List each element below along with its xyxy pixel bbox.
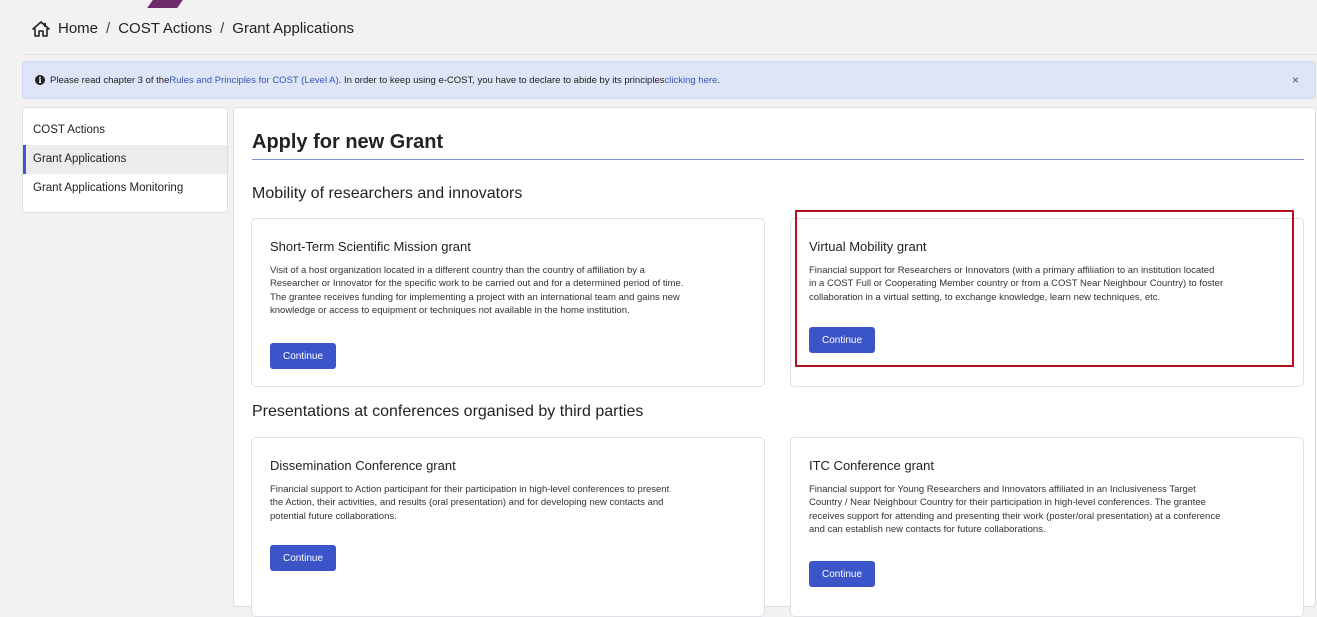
card-description-line: Financial support for Young Researchers …	[809, 484, 1196, 495]
declare-link[interactable]: clicking here	[665, 75, 718, 86]
header-divider	[22, 54, 1317, 55]
brand-accent	[147, 0, 183, 8]
title-divider	[252, 159, 1304, 160]
breadcrumb-current: Grant Applications	[232, 20, 355, 37]
card-title: ITC Conference grant	[809, 458, 935, 473]
card-description: Financial support for Researchers or Inn…	[809, 264, 1223, 304]
card-description-line: Financial support for Researchers or Inn…	[809, 265, 1215, 276]
card-description: Financial support for Young Researchers …	[809, 483, 1220, 536]
section-title-conferences: Presentations at conferences organised b…	[252, 403, 644, 420]
rules-alert: i Please read chapter 3 of the Rules and…	[22, 61, 1316, 99]
sidebar: COST Actions Grant Applications Grant Ap…	[22, 107, 228, 213]
card-description: Visit of a host organization located in …	[270, 264, 683, 317]
card-description-line: the Action, their activities, and result…	[270, 497, 664, 509]
card-description-line: knowledge or access to equipment or tech…	[270, 304, 630, 316]
sidebar-item-grant-applications-monitoring[interactable]: Grant Applications Monitoring	[23, 174, 227, 203]
card-description-line: Country / Near Neighbour Country for the…	[809, 497, 1206, 509]
close-icon[interactable]: ×	[1292, 73, 1299, 87]
rules-link[interactable]: Rules and Principles for COST (Level A)	[169, 75, 338, 86]
card-title: Virtual Mobility grant	[809, 239, 927, 254]
section-title-mobility: Mobility of researchers and innovators	[252, 185, 523, 202]
home-icon[interactable]	[32, 20, 50, 37]
breadcrumb-home[interactable]: Home	[58, 20, 98, 37]
card-description-line: Visit of a host organization located in …	[270, 265, 645, 276]
card-title: Dissemination Conference grant	[270, 458, 456, 473]
card-description-line: potential future collaborations.	[270, 510, 397, 522]
sidebar-item-grant-applications[interactable]: Grant Applications	[23, 145, 227, 174]
breadcrumb-separator: /	[106, 20, 111, 37]
grant-card-virtual-mobility: Virtual Mobility grant Financial support…	[790, 218, 1304, 387]
card-description-line: in a COST Full or Cooperating Member cou…	[809, 278, 1224, 290]
continue-button-itc-conference[interactable]: Continue	[809, 561, 875, 587]
card-description-line: Researcher or Innovator for the specific…	[270, 278, 684, 290]
sidebar-item-cost-actions[interactable]: COST Actions	[23, 116, 227, 145]
card-description-line: and can establish new contacts for futur…	[809, 523, 1046, 535]
card-description-line: Financial support to Action participant …	[270, 484, 670, 495]
info-icon: i	[35, 75, 45, 85]
card-title: Short-Term Scientific Mission grant	[270, 239, 471, 254]
continue-button-stsm[interactable]: Continue	[270, 343, 336, 369]
breadcrumb: Home / COST Actions / Grant Applications	[32, 20, 354, 37]
grant-card-dissemination-conference: Dissemination Conference grant Financial…	[251, 437, 765, 617]
continue-button-dissemination-conference[interactable]: Continue	[270, 545, 336, 571]
breadcrumb-separator: /	[220, 20, 225, 37]
continue-button-virtual-mobility[interactable]: Continue	[809, 327, 875, 353]
main-panel: Apply for new Grant Mobility of research…	[233, 107, 1316, 617]
grant-card-itc-conference: ITC Conference grant Financial support f…	[790, 437, 1304, 617]
breadcrumb-cost-actions[interactable]: COST Actions	[118, 20, 212, 37]
card-description-line: receives support for attending and prese…	[809, 510, 1221, 522]
alert-text-1: Please read chapter 3 of the	[50, 74, 170, 86]
grant-card-stsm: Short-Term Scientific Mission grant Visi…	[251, 218, 765, 387]
page-title: Apply for new Grant	[252, 131, 444, 153]
alert-text-2: . In order to keep using e-COST, you hav…	[338, 74, 665, 86]
card-description-line: The grantee receives funding for impleme…	[270, 291, 680, 303]
card-description-line: collaboration in a virtual setting, to e…	[809, 291, 1161, 303]
alert-text-3: .	[717, 74, 720, 86]
card-description: Financial support to Action participant …	[270, 483, 669, 523]
